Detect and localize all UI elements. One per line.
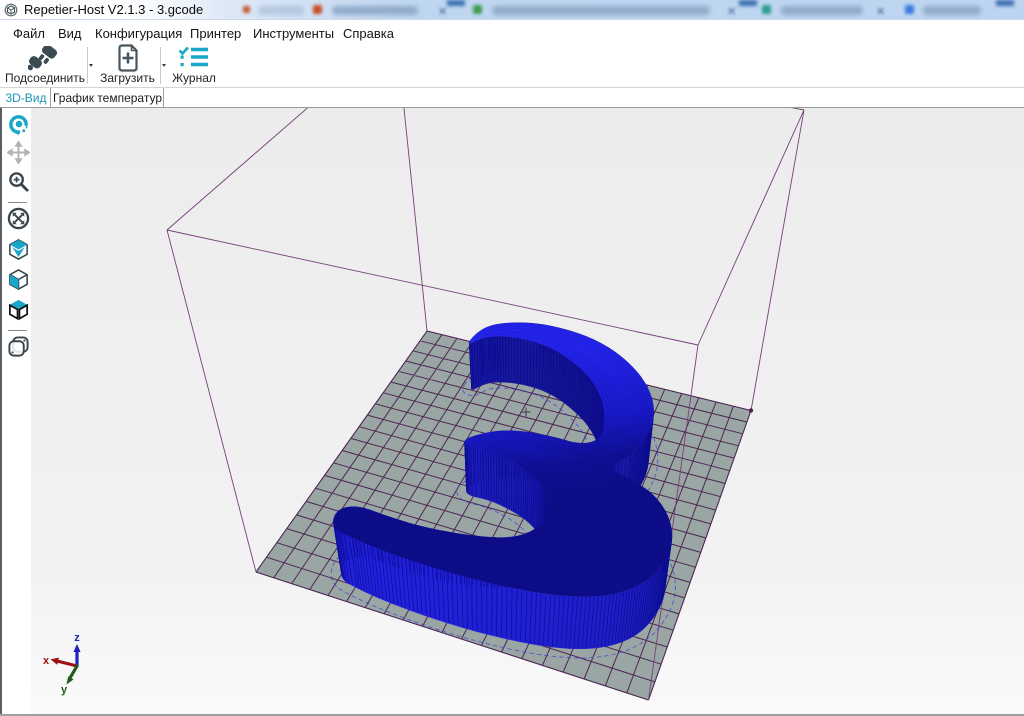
svg-text:z: z bbox=[74, 632, 80, 644]
svg-text:x: x bbox=[43, 655, 50, 667]
svg-text:y: y bbox=[61, 684, 68, 696]
